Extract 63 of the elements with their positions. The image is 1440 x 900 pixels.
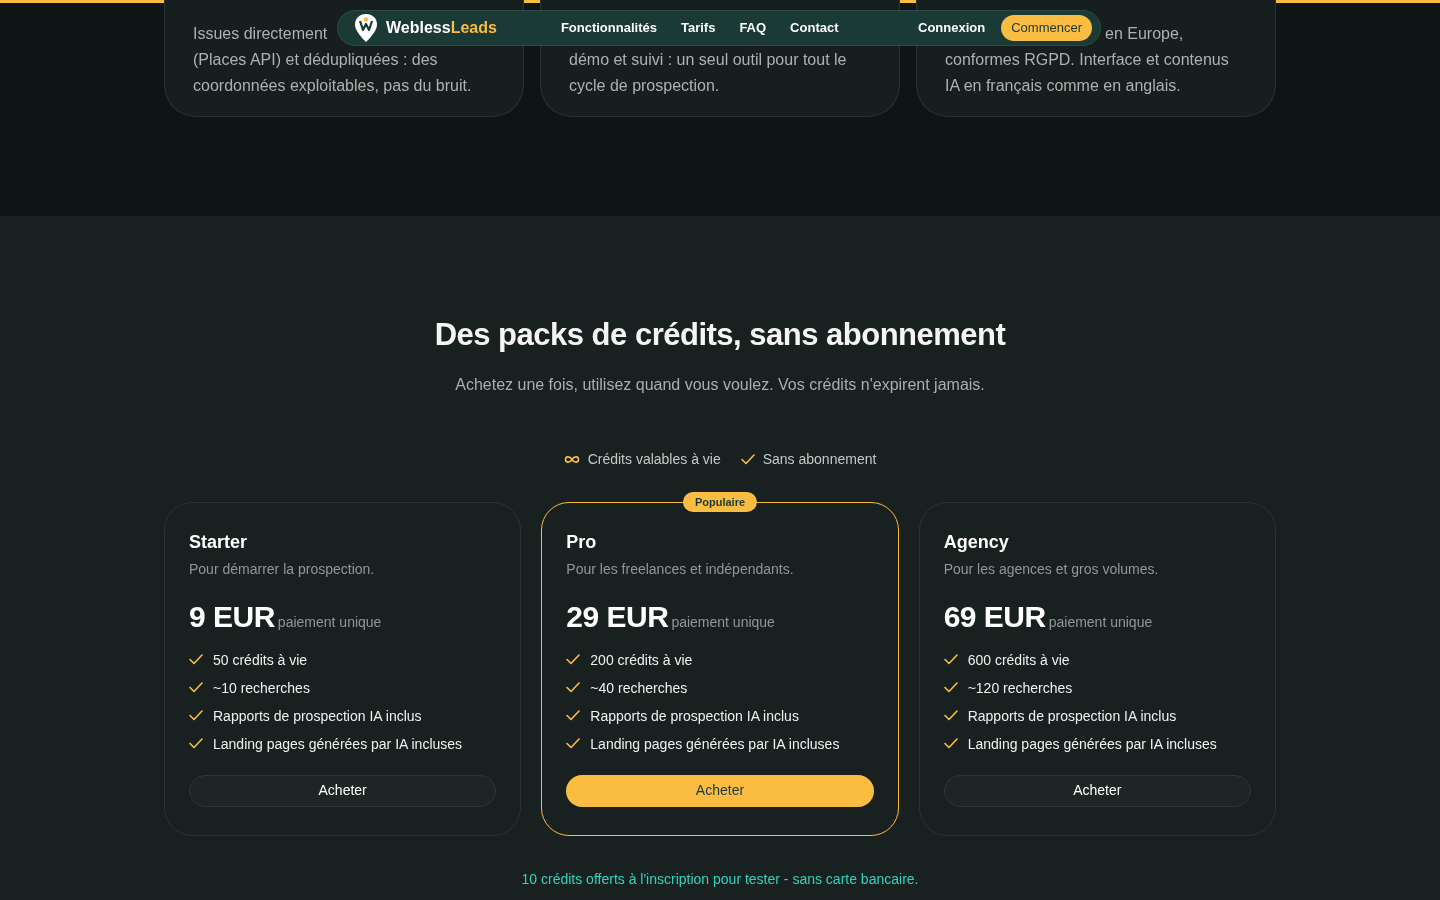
nav-link[interactable]: FAQ	[739, 18, 767, 38]
plan-feature: 600 crédits à vie	[967, 650, 1070, 669]
check-icon	[566, 654, 581, 665]
plan-price: 69 EUR	[943, 598, 1046, 635]
plan-description: Pour les freelances et indépendants.	[566, 559, 795, 579]
check-icon	[189, 738, 203, 749]
nav-link[interactable]: Fonctionnalités	[560, 18, 657, 38]
check-icon	[943, 710, 958, 721]
feature-text: (Places API) et dédupliquées : des	[193, 50, 438, 70]
plan-feature: Landing pages générées par IA incluses	[967, 734, 1217, 753]
price-note: paiement unique	[277, 612, 382, 632]
buy-button[interactable]: Acheter	[189, 774, 497, 807]
check-icon	[189, 710, 203, 721]
check-icon	[740, 453, 755, 465]
infinity-icon	[563, 454, 580, 464]
plan-feature: ~10 recherches	[213, 678, 310, 697]
price-note: paiement unique	[1048, 612, 1153, 632]
plan-feature: Landing pages générées par IA incluses	[213, 734, 463, 753]
plan-description: Pour démarrer la prospection.	[189, 559, 376, 579]
feature-text: IA en français comme en anglais.	[945, 76, 1181, 96]
plan-description: Pour les agences et gros volumes.	[943, 559, 1160, 579]
plan-price: 29 EUR	[566, 598, 669, 635]
feature-text: Issues directement	[193, 24, 328, 44]
feature-text: conformes RGPD. Interface et contenus	[945, 50, 1229, 70]
check-icon	[566, 738, 581, 749]
section-title: Des packs de crédits, sans abonnement	[434, 316, 1006, 354]
plan-feature: Landing pages générées par IA incluses	[590, 734, 840, 753]
plan-feature: ~120 recherches	[967, 678, 1073, 697]
price-note: paiement unique	[671, 612, 775, 632]
check-icon	[943, 738, 958, 749]
perk-label: Sans abonnement	[762, 449, 877, 469]
feature-text: coordonnées exploitables, pas du bruit.	[193, 76, 472, 96]
plan-feature: 50 crédits à vie	[213, 650, 308, 669]
plan-price: 9 EUR	[189, 598, 275, 635]
logo-icon	[354, 13, 378, 43]
check-icon	[943, 682, 958, 693]
plan-name: Starter	[189, 530, 249, 554]
buy-button[interactable]: Acheter	[943, 774, 1251, 807]
get-started-button[interactable]: Commencer	[1001, 15, 1092, 41]
popular-badge: Populaire	[682, 491, 758, 512]
check-icon	[189, 654, 203, 665]
feature-text: démo et suivi : un seul outil pour tout le	[569, 50, 847, 70]
feature-text: cycle de prospection.	[569, 76, 720, 96]
check-icon	[566, 682, 581, 693]
plan-feature: ~40 recherches	[590, 678, 688, 697]
check-icon	[943, 654, 958, 665]
section-subtitle: Achetez une fois, utilisez quand vous voulez. Vos crédits n'expirent jamais.	[455, 374, 985, 395]
free-credits-note: 10 crédits offerts à l'inscription pour tester - sans carte bancaire.	[521, 869, 919, 889]
buy-button[interactable]: Acheter	[566, 774, 874, 807]
feature-text: en Europe,	[1105, 24, 1184, 44]
nav-link[interactable]: Contact	[790, 18, 839, 38]
plan-feature: Rapports de prospection IA inclus	[213, 706, 422, 725]
perk-label: Crédits valables à vie	[587, 449, 721, 469]
check-icon	[566, 710, 581, 721]
check-icon	[189, 682, 203, 693]
plan-name: Agency	[943, 530, 1010, 554]
nav-link[interactable]: Tarifs	[680, 18, 716, 38]
plan-feature: Rapports de prospection IA inclus	[967, 706, 1177, 725]
plan-feature: Rapports de prospection IA inclus	[590, 706, 799, 725]
plan-feature: 200 crédits à vie	[590, 650, 693, 669]
brand-name[interactable]: WeblessLeads	[386, 16, 497, 40]
plan-name: Pro	[566, 530, 598, 554]
login-link[interactable]: Connexion	[918, 18, 986, 38]
